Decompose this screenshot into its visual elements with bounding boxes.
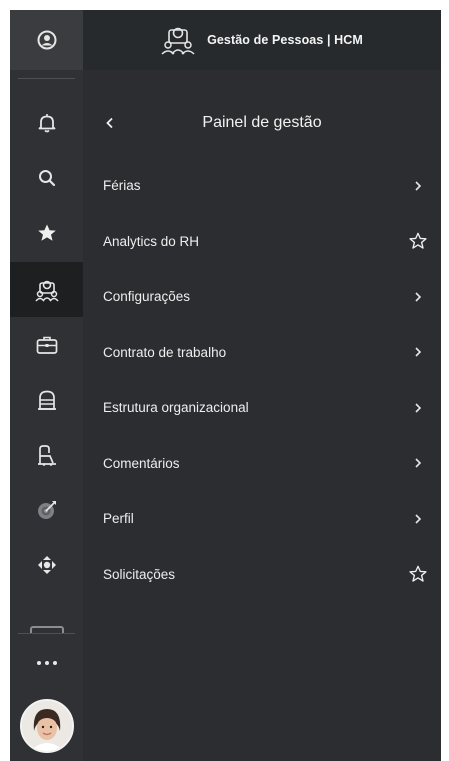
app-header: Gestão de Pessoas | HCM (83, 10, 441, 70)
menu-item-comentarios[interactable]: Comentários (83, 436, 441, 492)
more-dot (52, 660, 57, 665)
rail-partial-item (30, 626, 64, 633)
chevron-right-icon (407, 175, 429, 197)
account-button[interactable] (10, 10, 83, 70)
menu-item-label: Analytics do RH (103, 233, 200, 249)
menu-item-analytics-rh[interactable]: Analytics do RH (83, 214, 441, 270)
menu-item-estrutura-organizacional[interactable]: Estrutura organizacional (83, 380, 441, 436)
user-profile-button[interactable] (10, 690, 83, 761)
organization-button[interactable] (10, 372, 83, 427)
team-icon (161, 25, 195, 55)
page-title: Painel de gestão (202, 114, 322, 131)
menu-item-label: Configurações (103, 289, 191, 305)
notifications-button[interactable] (10, 95, 83, 150)
move-icon (37, 555, 56, 574)
more-icon (36, 660, 41, 665)
work-button[interactable] (10, 317, 83, 372)
search-icon (38, 169, 55, 186)
avatar (19, 698, 74, 753)
menu-item-label: Férias (103, 178, 141, 194)
back-button[interactable] (95, 109, 125, 137)
bell-icon (38, 113, 55, 132)
processes-button[interactable] (10, 537, 83, 592)
chevron-left-icon (106, 117, 113, 129)
menu-item-label: Comentários (103, 455, 180, 471)
icon-rail (10, 10, 83, 761)
app-frame: Gestão de Pessoas | HCM Painel de gestão… (10, 10, 441, 761)
more-dot (44, 660, 49, 665)
menu-item-solicitacoes[interactable]: Solicitações (83, 547, 441, 603)
employees-button[interactable] (10, 427, 83, 482)
management-panel: Gestão de Pessoas | HCM Painel de gestão… (83, 10, 441, 761)
search-button[interactable] (10, 150, 83, 205)
menu-item-perfil[interactable]: Perfil (83, 491, 441, 547)
chevron-right-icon (407, 286, 429, 308)
team-icon (34, 280, 59, 301)
chevron-right-icon (407, 452, 429, 474)
menu-item-contrato-trabalho[interactable]: Contrato de trabalho (83, 325, 441, 381)
briefcase-icon (36, 336, 57, 354)
building-icon (37, 390, 56, 410)
account-circle-icon (37, 30, 56, 50)
menu-item-label: Perfil (103, 511, 134, 527)
more-button[interactable] (10, 640, 83, 685)
rail-divider (18, 78, 75, 79)
rail-divider (18, 633, 75, 634)
goals-button[interactable] (10, 482, 83, 537)
menu-item-ferias[interactable]: Férias (83, 158, 441, 214)
star-icon (37, 224, 56, 241)
chevron-right-icon (407, 508, 429, 530)
menu-item-label: Solicitações (103, 566, 176, 582)
menu-item-configuracoes[interactable]: Configurações (83, 269, 441, 325)
target-icon (37, 500, 56, 519)
chevron-right-icon (407, 397, 429, 419)
app-title: Gestão de Pessoas | HCM (207, 33, 363, 47)
menu-item-label: Estrutura organizacional (103, 400, 249, 416)
menu-list: Férias Analytics do RH Configurações Con… (83, 158, 441, 602)
star-outline-icon[interactable] (407, 563, 429, 585)
star-outline-icon[interactable] (407, 230, 429, 252)
people-management-button[interactable] (10, 262, 83, 317)
avatar-portrait (21, 700, 72, 751)
chevron-right-icon (407, 341, 429, 363)
menu-item-label: Contrato de trabalho (103, 344, 227, 360)
favorites-button[interactable] (10, 205, 83, 260)
panel-subheader: Painel de gestão (83, 103, 441, 143)
people-icon (37, 444, 56, 466)
